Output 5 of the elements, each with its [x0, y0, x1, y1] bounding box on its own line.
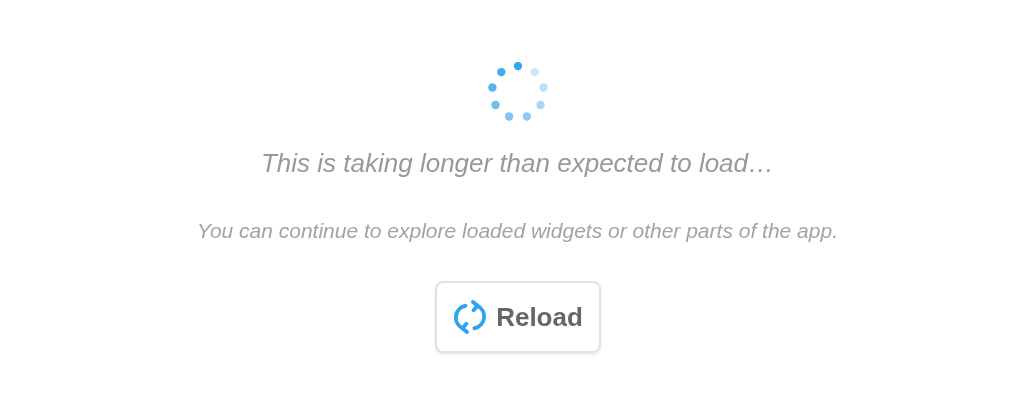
loading-message: This is taking longer than expected to load… [260, 148, 775, 179]
loading-hint: You can continue to explore loaded widgets or other parts of the app. [197, 219, 838, 243]
refresh-icon [452, 299, 489, 335]
reload-button[interactable]: Reload [434, 281, 601, 353]
loading-spinner-icon [487, 62, 548, 122]
